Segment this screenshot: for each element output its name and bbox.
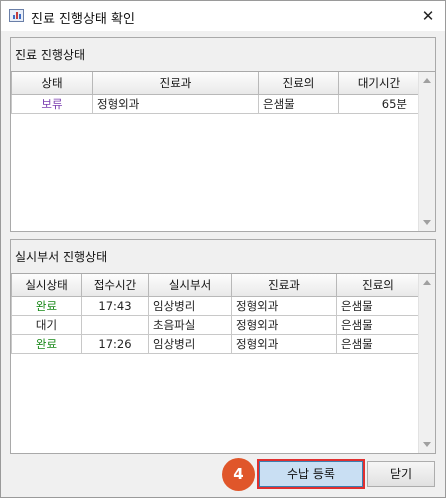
exec-dept-cell[interactable]: 임상병리: [148, 295, 232, 316]
time-cell[interactable]: 17:26: [81, 333, 149, 354]
doctor-cell[interactable]: 은샘물: [336, 333, 419, 354]
status-cell[interactable]: 보류: [11, 93, 93, 114]
column-header-doctor[interactable]: 진료의: [336, 274, 419, 297]
column-header-department[interactable]: 진료과: [231, 274, 337, 297]
table-header-row: 실시상태 접수시간 실시부서 진료과 진료의: [11, 274, 419, 297]
dept-status-group: 실시부서 진행상태 실시상태 접수시간 실시부서 진료과 진료의 완료 17:4…: [10, 239, 436, 454]
table-row[interactable]: 보류 정형외과 은샘물 65분: [11, 93, 419, 114]
treatment-status-group: 진료 진행상태 상태 진료과 진료의 대기시간 보류 정형외과 은샘물 65분: [10, 37, 436, 232]
exec-dept-cell[interactable]: 초음파실: [148, 314, 232, 335]
step-number-badge: 4: [222, 458, 255, 491]
doctor-cell[interactable]: 은샘물: [258, 93, 339, 114]
wait-time-cell[interactable]: 65분: [338, 93, 419, 114]
close-icon[interactable]: ✕: [417, 5, 439, 27]
table-row[interactable]: 완료 17:43 임상병리 정형외과 은샘물: [11, 295, 419, 316]
pay-register-button[interactable]: 수납 등록: [259, 461, 363, 487]
column-header-status[interactable]: 상태: [11, 72, 93, 95]
title-bar: 진료 진행상태 확인 ✕: [1, 1, 445, 31]
scroll-up-icon[interactable]: [423, 280, 431, 285]
vertical-scrollbar[interactable]: [418, 274, 435, 453]
time-cell[interactable]: 17:43: [81, 295, 149, 316]
status-cell[interactable]: 대기: [11, 314, 82, 335]
department-cell[interactable]: 정형외과: [92, 93, 259, 114]
scroll-down-icon[interactable]: [423, 442, 431, 447]
treatment-status-table-area: 상태 진료과 진료의 대기시간 보류 정형외과 은샘물 65분: [11, 72, 419, 231]
column-header-exec-dept[interactable]: 실시부서: [148, 274, 232, 297]
treatment-status-title: 진료 진행상태: [11, 38, 435, 72]
app-chart-icon: [9, 9, 24, 22]
dialog-window: 진료 진행상태 확인 ✕ 진료 진행상태 상태 진료과 진료의 대기시간 보류 …: [0, 0, 446, 498]
scroll-down-icon[interactable]: [423, 220, 431, 225]
column-header-doctor[interactable]: 진료의: [258, 72, 339, 95]
treatment-status-table: 상태 진료과 진료의 대기시간 보류 정형외과 은샘물 65분: [11, 72, 419, 114]
close-button[interactable]: 닫기: [367, 461, 435, 487]
status-cell[interactable]: 완료: [11, 295, 82, 316]
window-title: 진료 진행상태 확인: [31, 12, 135, 27]
column-header-department[interactable]: 진료과: [92, 72, 259, 95]
scroll-up-icon[interactable]: [423, 78, 431, 83]
exec-dept-cell[interactable]: 임상병리: [148, 333, 232, 354]
column-header-exec-status[interactable]: 실시상태: [11, 274, 82, 297]
table-row[interactable]: 대기 초음파실 정형외과 은샘물: [11, 314, 419, 335]
department-cell[interactable]: 정형외과: [231, 333, 337, 354]
doctor-cell[interactable]: 은샘물: [336, 314, 419, 335]
table-header-row: 상태 진료과 진료의 대기시간: [11, 72, 419, 95]
column-header-wait-time[interactable]: 대기시간: [338, 72, 419, 95]
status-cell[interactable]: 완료: [11, 333, 82, 354]
dept-status-table-area: 실시상태 접수시간 실시부서 진료과 진료의 완료 17:43 임상병리 정형외…: [11, 274, 419, 453]
time-cell[interactable]: [81, 314, 149, 335]
column-header-receipt-time[interactable]: 접수시간: [81, 274, 149, 297]
department-cell[interactable]: 정형외과: [231, 295, 337, 316]
dept-status-table: 실시상태 접수시간 실시부서 진료과 진료의 완료 17:43 임상병리 정형외…: [11, 274, 419, 354]
department-cell[interactable]: 정형외과: [231, 314, 337, 335]
doctor-cell[interactable]: 은샘물: [336, 295, 419, 316]
table-row[interactable]: 완료 17:26 임상병리 정형외과 은샘물: [11, 333, 419, 354]
vertical-scrollbar[interactable]: [418, 72, 435, 231]
dept-status-title: 실시부서 진행상태: [11, 240, 435, 274]
